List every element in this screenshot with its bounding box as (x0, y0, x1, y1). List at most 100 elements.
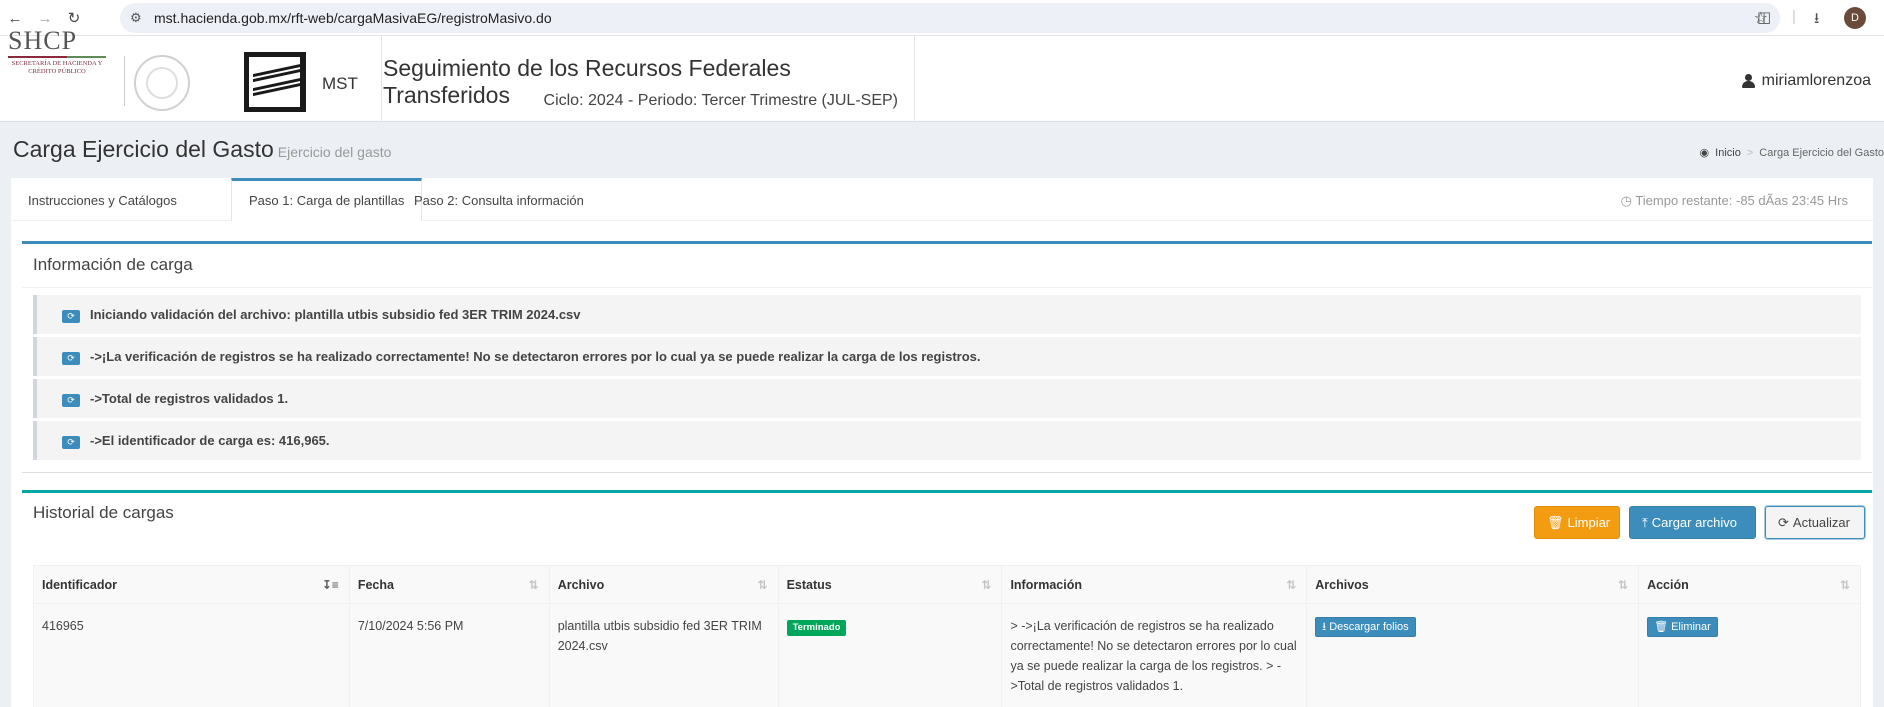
download-icon[interactable]: ⭳ (1814, 8, 1819, 33)
column-header-archivos[interactable]: Archivos ⇅ (1306, 565, 1640, 604)
table-header-row: Identificador ↧≡ Fecha ⇅ Archivo ⇅ Estatus ⇅… (33, 565, 1861, 604)
column-header-archivo[interactable]: Archivo ⇅ (548, 565, 779, 604)
download-icon: ⭳ (1322, 621, 1327, 633)
column-header-estatus[interactable]: Estatus ⇅ (777, 565, 1003, 604)
address-bar[interactable]: ⚙ mst.hacienda.gob.mx/rft-web/cargaMasiv… (120, 3, 1780, 33)
sort-icon[interactable]: ⇅ (1840, 578, 1850, 592)
column-label: Fecha (357, 577, 394, 592)
column-header-informacion[interactable]: Información ⇅ (1001, 565, 1308, 604)
site-info-icon[interactable]: ⚙ (130, 10, 142, 26)
info-message-text: ->Total de registros validados 1. (90, 391, 289, 406)
refresh-icon: ⟳ (1778, 514, 1789, 530)
info-box-title: Información de carga (33, 255, 193, 274)
upload-file-button[interactable]: ⤒ Cargar archivo (1629, 506, 1756, 539)
column-header-fecha[interactable]: Fecha ⇅ (348, 565, 550, 604)
info-message-text: ->¡La verificación de registros se ha re… (90, 349, 981, 364)
clock-icon: ◷ (1620, 193, 1632, 208)
column-label: Estatus (786, 577, 832, 592)
user-icon (1741, 74, 1755, 88)
tab-paso-1[interactable]: Paso 1: Carga de plantillas (231, 178, 423, 221)
time-remaining: ◷ Tiempo restante: -85 dÃas 23:45 Hrs (1621, 193, 1848, 209)
sort-icon[interactable]: ⇅ (981, 578, 991, 592)
info-message: ⟳ ->El identificador de carga es: 416,96… (33, 421, 1861, 460)
tab-paso-2[interactable]: Paso 2: Consulta información (397, 178, 601, 221)
cycle-period: Ciclo: 2024 - Periodo: Tercer Trimestre … (543, 92, 898, 109)
info-message: ⟳ Iniciando validación del archivo: plan… (33, 295, 1861, 334)
shcp-logo-text: SHCP (8, 26, 78, 55)
logo-divider (124, 56, 125, 106)
refresh-icon: ⟳ (62, 352, 80, 365)
user-menu[interactable]: miriamlorenzoa (1741, 72, 1871, 90)
national-seal-icon (134, 55, 190, 111)
table-row: 416965 7/10/2024 5:56 PM plantilla utbis… (33, 603, 1861, 707)
upload-icon: ⤒ (1642, 514, 1648, 530)
info-message-text: Iniciando validación del archivo: planti… (90, 307, 581, 322)
delete-label: Eliminar (1671, 621, 1711, 633)
info-box-divider (22, 287, 1872, 288)
sort-icon[interactable]: ⇅ (1286, 578, 1296, 592)
upload-button-label: Cargar archivo (1651, 515, 1738, 530)
cell-id: 416965 (33, 603, 350, 707)
cell-files: ⭳ Descargar folios (1306, 603, 1640, 707)
url-text[interactable]: mst.hacienda.gob.mx/rft-web/cargaMasivaE… (154, 10, 552, 26)
download-folios-label: Descargar folios (1329, 621, 1409, 633)
mst-logo-icon (244, 52, 306, 112)
username: miriamlorenzoa (1761, 72, 1871, 89)
refresh-icon: ⟳ (62, 436, 80, 449)
column-header-accion[interactable]: Acción ⇅ (1638, 565, 1861, 604)
info-message-text: ->El identificador de carga es: 416,965. (90, 433, 330, 448)
column-label: Información (1010, 577, 1082, 592)
column-header-identificador[interactable]: Identificador ↧≡ (33, 565, 350, 604)
refresh-button-label: Actualizar (1792, 515, 1850, 530)
refresh-icon: ⟳ (62, 310, 80, 323)
history-table: Identificador ↧≡ Fecha ⇅ Archivo ⇅ Estatus ⇅… (33, 565, 1861, 707)
sort-desc-icon[interactable]: ↧≡ (322, 578, 339, 592)
cell-date: 7/10/2024 5:56 PM (348, 603, 550, 707)
sort-icon[interactable]: ⇅ (529, 578, 539, 592)
breadcrumb-home[interactable]: Inicio (1715, 147, 1741, 159)
profile-avatar[interactable]: D (1844, 7, 1866, 29)
mst-label: MST (322, 74, 358, 93)
info-box: Información de carga ⟳ Iniciando validac… (22, 241, 1872, 473)
refresh-button[interactable]: ⟳ Actualizar (1765, 506, 1865, 539)
page-title: Carga Ejercicio del Gasto Ejercicio del g… (13, 136, 391, 163)
history-box-title: Historial de cargas (33, 503, 174, 522)
column-label: Acción (1647, 577, 1689, 592)
tab-instrucciones[interactable]: Instrucciones y Catálogos (11, 178, 194, 221)
tabs-bar: Instrucciones y Catálogos Paso 1: Carga … (11, 178, 1873, 221)
cell-info: > ->¡La verificación de registros se ha … (1001, 603, 1308, 707)
column-label: Archivo (557, 577, 605, 592)
system-title-box: Seguimiento de los Recursos Federales Tr… (381, 36, 915, 122)
shcp-logo-subtext: SECRETARÍA DE HACIENDA Y CRÉDITO PÚBLICO (11, 60, 103, 75)
clear-button-label: Limpiar (1567, 515, 1611, 530)
trash-icon: 🗑 (1654, 621, 1669, 633)
browser-toolbar: ← → ↻ ⚙ mst.hacienda.gob.mx/rft-web/carg… (0, 0, 1884, 36)
breadcrumb-separator: > (1746, 146, 1754, 159)
time-remaining-text: Tiempo restante: -85 dÃas 23:45 Hrs (1635, 193, 1848, 208)
cell-status: Terminado (777, 603, 1003, 707)
toolbar-divider: | (1792, 8, 1796, 25)
sort-icon[interactable]: ⇅ (758, 578, 768, 592)
download-folios-button[interactable]: ⭳ Descargar folios (1315, 617, 1416, 637)
column-label: Archivos (1315, 577, 1369, 592)
column-label: Identificador (42, 577, 118, 592)
breadcrumb-current: Carga Ejercicio del Gasto (1759, 146, 1884, 159)
cell-file: plantilla utbis subsidio fed 3ER TRIM 20… (548, 603, 779, 707)
cell-action: 🗑 Eliminar (1638, 603, 1861, 707)
breadcrumb: ◉ Inicio > Carga Ejercicio del Gasto (1699, 146, 1884, 160)
refresh-icon: ⟳ (62, 394, 80, 407)
dashboard-icon: ◉ (1699, 147, 1710, 159)
extensions-icon[interactable]: ◫ (1757, 8, 1771, 26)
page-subtitle: Ejercicio del gasto (277, 144, 392, 160)
clear-button[interactable]: 🗑 Limpiar (1534, 506, 1620, 539)
sort-icon[interactable]: ⇅ (1618, 578, 1628, 592)
trash-icon: 🗑 (1547, 514, 1564, 530)
shcp-logo[interactable]: SHCP SECRETARÍA DE HACIENDA Y CRÉDITO PÚ… (8, 28, 106, 76)
history-box: Historial de cargas 🗑 Limpiar ⤒ Cargar a… (22, 490, 1872, 707)
info-message: ⟳ ->¡La verificación de registros se ha … (33, 337, 1861, 376)
delete-button[interactable]: 🗑 Eliminar (1647, 617, 1718, 637)
page-title-text: Carga Ejercicio del Gasto (13, 136, 274, 162)
status-badge: Terminado (786, 620, 847, 636)
logo-bar (8, 56, 106, 58)
info-message: ⟳ ->Total de registros validados 1. (33, 379, 1861, 418)
